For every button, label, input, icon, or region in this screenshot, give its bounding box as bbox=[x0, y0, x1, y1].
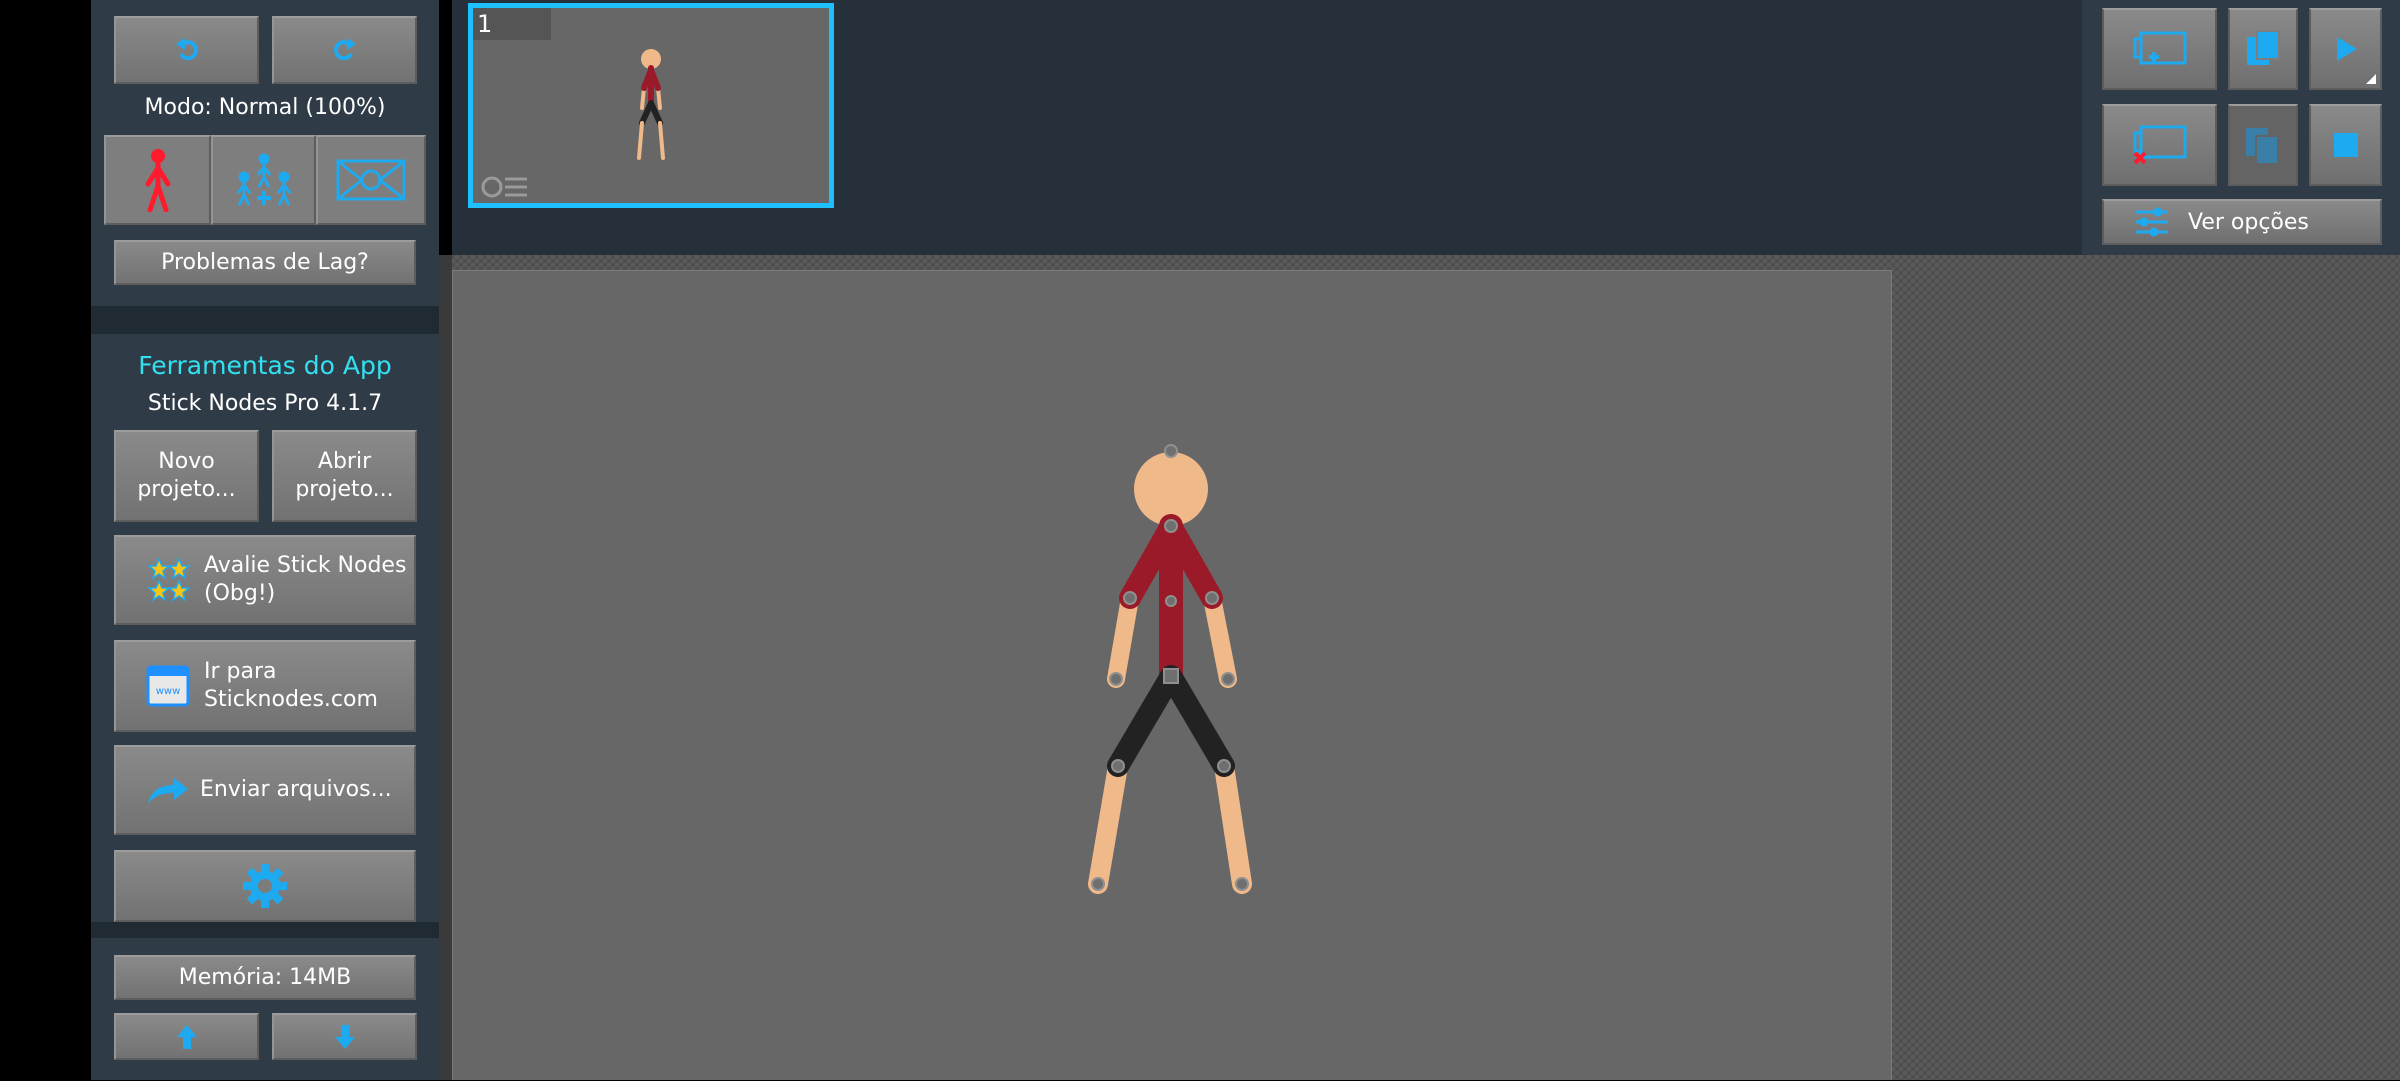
redo-button[interactable] bbox=[272, 16, 417, 84]
frame-thumbnail[interactable]: 1 bbox=[468, 3, 834, 208]
stop-icon bbox=[2333, 133, 2358, 157]
stage-icon bbox=[336, 159, 406, 201]
figure-thighs[interactable] bbox=[1107, 665, 1235, 777]
select-figure-mode-button[interactable] bbox=[104, 135, 211, 225]
frame-number: 1 bbox=[473, 8, 551, 40]
copy-frame-button[interactable] bbox=[2228, 8, 2298, 90]
rate-app-button[interactable]: Avalie Stick Nodes (Obg!) bbox=[114, 535, 416, 625]
frame-preview-figure bbox=[637, 49, 665, 160]
gear-icon bbox=[243, 864, 287, 908]
play-button[interactable] bbox=[2309, 8, 2382, 90]
lag-problems-button[interactable]: Problemas de Lag? bbox=[114, 240, 416, 285]
move-up-button[interactable] bbox=[114, 1013, 259, 1060]
open-project-label-1: Abrir bbox=[317, 449, 372, 474]
joint-chest[interactable] bbox=[1165, 595, 1177, 607]
joint-right-elbow[interactable] bbox=[1205, 591, 1219, 605]
frame-controls-panel: Ver opções bbox=[2082, 0, 2400, 255]
tools-heading: Ferramentas do App bbox=[138, 351, 392, 380]
joint-left-hand[interactable] bbox=[1109, 672, 1123, 686]
group-mode-button[interactable] bbox=[211, 135, 316, 225]
separator bbox=[91, 922, 439, 938]
joint-pelvis-anchor[interactable] bbox=[1163, 668, 1179, 684]
stop-button[interactable] bbox=[2309, 104, 2382, 186]
arrow-up-icon bbox=[176, 1024, 197, 1049]
new-project-label-1: Novo bbox=[158, 449, 215, 474]
redo-icon bbox=[333, 38, 356, 61]
joint-head-top[interactable] bbox=[1164, 444, 1178, 458]
joint-right-foot[interactable] bbox=[1235, 877, 1249, 891]
open-project-label-2: projeto... bbox=[295, 477, 394, 502]
undo-button[interactable] bbox=[114, 16, 259, 84]
joint-left-knee[interactable] bbox=[1111, 759, 1125, 773]
undo-icon bbox=[175, 38, 198, 61]
open-project-button[interactable]: Abrir projeto... bbox=[272, 430, 417, 522]
rate-label-1: Avalie Stick Nodes bbox=[204, 553, 407, 578]
website-label-1: Ir para bbox=[204, 659, 277, 684]
joint-left-elbow[interactable] bbox=[1123, 591, 1137, 605]
stickfigure-icon bbox=[145, 149, 170, 212]
new-project-label-2: projeto... bbox=[137, 477, 236, 502]
add-frame-button[interactable] bbox=[2102, 8, 2217, 90]
joint-right-hand[interactable] bbox=[1221, 672, 1235, 686]
copy-frame-icon bbox=[2247, 30, 2280, 65]
sliders-icon bbox=[2136, 207, 2168, 237]
send-files-label: Enviar arquivos... bbox=[200, 777, 392, 802]
svg-text:www: www bbox=[156, 686, 181, 697]
view-options-button[interactable]: Ver opções bbox=[2102, 199, 2382, 245]
share-icon bbox=[148, 778, 188, 803]
website-button[interactable]: www Ir para Sticknodes.com bbox=[114, 640, 416, 732]
star-icon bbox=[146, 557, 192, 602]
stage-area[interactable] bbox=[452, 270, 1892, 1080]
left-panel: Modo: Normal (100%) Problemas de Lag? Fe… bbox=[91, 0, 439, 1080]
stage-mode-button[interactable] bbox=[316, 135, 426, 225]
joint-right-knee[interactable] bbox=[1217, 759, 1231, 773]
separator bbox=[91, 306, 439, 334]
delete-frame-icon bbox=[2133, 125, 2186, 165]
move-down-button[interactable] bbox=[272, 1013, 417, 1060]
arrow-down-icon bbox=[334, 1024, 355, 1049]
view-options-label: Ver opções bbox=[2188, 209, 2309, 235]
add-frame-icon bbox=[2133, 31, 2186, 65]
new-project-button[interactable]: Novo projeto... bbox=[114, 430, 259, 522]
figure-shins[interactable] bbox=[1088, 756, 1252, 894]
frame-layers-icon bbox=[481, 176, 527, 198]
rate-label-2: (Obg!) bbox=[204, 581, 276, 606]
canvas-edge bbox=[439, 255, 452, 1080]
mode-label: Modo: Normal (100%) bbox=[144, 95, 386, 120]
memory-indicator[interactable]: Memória: 14MB bbox=[114, 955, 416, 1000]
joint-neck[interactable] bbox=[1164, 519, 1178, 533]
settings-button[interactable] bbox=[114, 850, 416, 922]
play-options-corner-icon bbox=[2366, 74, 2376, 84]
web-icon: www bbox=[146, 665, 190, 707]
group-icon bbox=[236, 153, 291, 206]
app-version: Stick Nodes Pro 4.1.7 bbox=[147, 391, 383, 416]
stickfigure[interactable] bbox=[453, 271, 1893, 1081]
play-icon bbox=[2336, 37, 2357, 61]
website-label-2: Sticknodes.com bbox=[204, 687, 378, 712]
joint-left-foot[interactable] bbox=[1091, 877, 1105, 891]
delete-frame-button[interactable] bbox=[2102, 104, 2217, 186]
paste-frame-icon bbox=[2246, 128, 2279, 165]
paste-frame-button[interactable] bbox=[2228, 104, 2298, 186]
send-files-button[interactable]: Enviar arquivos... bbox=[114, 745, 416, 835]
